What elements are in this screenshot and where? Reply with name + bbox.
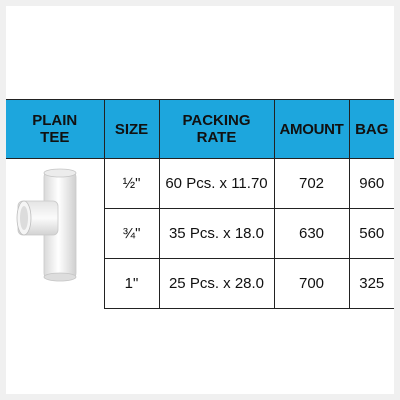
cell-size: 1" (103, 258, 160, 309)
product-image-cell (6, 158, 105, 309)
table-row: ½" 60 Pcs. x 11.70 702 960 (6, 158, 394, 309)
cell-size: ¾" (103, 208, 160, 259)
cell-size: ½" (103, 158, 160, 209)
card-inner: PLAIN TEE SIZE PACKING RATE AMOUNT BAG ½… (6, 6, 394, 394)
pvc-plain-tee-icon (16, 168, 77, 282)
header-packing: PACKING RATE (158, 99, 275, 159)
header-packing-line-2: RATE (196, 129, 237, 146)
cell-bag: 560 (348, 208, 394, 259)
header-amount: AMOUNT (273, 99, 350, 159)
price-table: PLAIN TEE SIZE PACKING RATE AMOUNT BAG ½… (6, 99, 394, 309)
cell-packing: 60 Pcs. x 11.70 (158, 158, 275, 209)
header-product-line-1: PLAIN (32, 112, 78, 129)
header-product: PLAIN TEE (6, 99, 105, 159)
header-product-line-2: TEE (40, 129, 70, 146)
cell-packing: 35 Pcs. x 18.0 (158, 208, 275, 259)
header-size: SIZE (103, 99, 160, 159)
table-header-row: PLAIN TEE SIZE PACKING RATE AMOUNT BAG (6, 99, 394, 159)
cell-amount: 630 (273, 208, 350, 259)
cell-bag: 960 (348, 158, 394, 209)
header-packing-line-1: PACKING (182, 112, 251, 129)
cell-amount: 702 (273, 158, 350, 209)
cell-amount: 700 (273, 258, 350, 309)
cell-bag: 325 (348, 258, 394, 309)
product-card: PLAIN TEE SIZE PACKING RATE AMOUNT BAG ½… (0, 0, 400, 400)
cell-packing: 25 Pcs. x 28.0 (158, 258, 275, 309)
header-bag: BAG (348, 99, 394, 159)
